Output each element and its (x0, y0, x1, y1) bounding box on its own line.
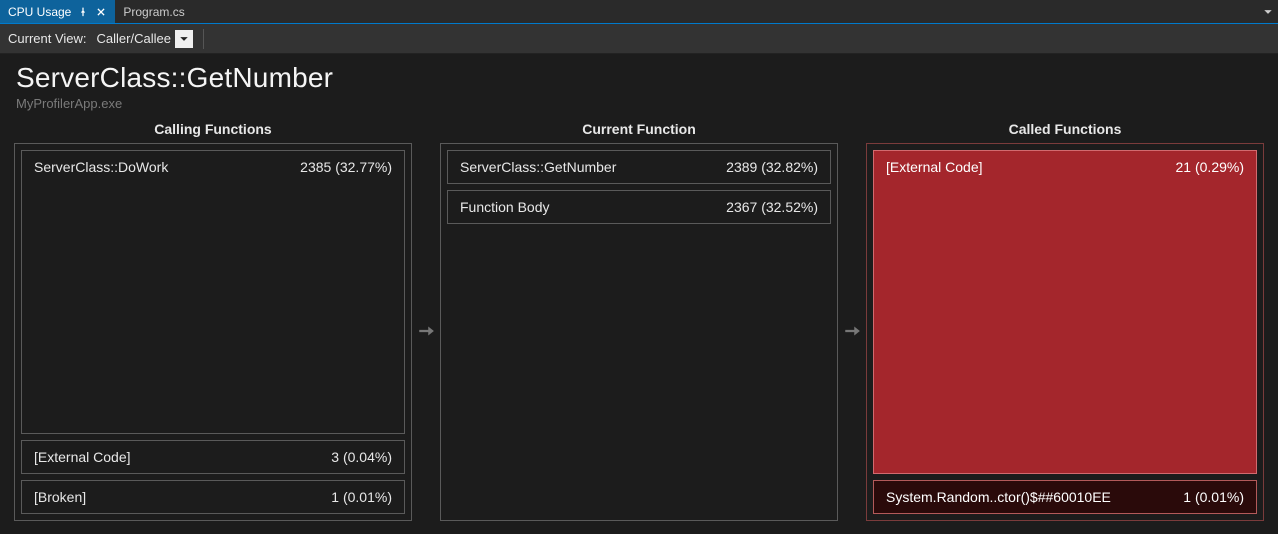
function-name: [External Code] (34, 449, 131, 465)
function-name: Function Body (460, 199, 550, 215)
called-item[interactable]: [External Code] 21 (0.29%) (873, 150, 1257, 474)
tab-cpu-usage[interactable]: CPU Usage (0, 0, 115, 23)
called-functions-column: Called Functions [External Code] 21 (0.2… (866, 121, 1264, 521)
current-view-dropdown[interactable]: Caller/Callee (93, 28, 193, 50)
module-subtitle: MyProfilerApp.exe (16, 96, 1262, 111)
tab-program-cs[interactable]: Program.cs (115, 0, 192, 23)
title-area: ServerClass::GetNumber MyProfilerApp.exe (0, 54, 1278, 113)
called-item[interactable]: System.Random..ctor()$##60010EE 1 (0.01%… (873, 480, 1257, 514)
called-panel: [External Code] 21 (0.29%) System.Random… (866, 143, 1264, 521)
function-metric: 2367 (32.52%) (726, 199, 818, 215)
current-panel: ServerClass::GetNumber 2389 (32.82%) Fun… (440, 143, 838, 521)
function-metric: 1 (0.01%) (331, 489, 392, 505)
tab-label: Program.cs (123, 5, 184, 19)
calling-item[interactable]: [Broken] 1 (0.01%) (21, 480, 405, 514)
function-metric: 21 (0.29%) (1176, 159, 1244, 175)
dropdown-value: Caller/Callee (93, 31, 175, 46)
arrow-right-icon (412, 121, 440, 521)
function-metric: 3 (0.04%) (331, 449, 392, 465)
close-icon[interactable] (95, 6, 107, 18)
function-name: [Broken] (34, 489, 86, 505)
calling-functions-column: Calling Functions ServerClass::DoWork 23… (14, 121, 412, 521)
function-name: ServerClass::DoWork (34, 159, 168, 175)
function-metric: 1 (0.01%) (1183, 489, 1244, 505)
current-view-label: Current View: (8, 31, 87, 46)
function-metric: 2385 (32.77%) (300, 159, 392, 175)
caller-callee-columns: Calling Functions ServerClass::DoWork 23… (0, 113, 1278, 533)
function-name: [External Code] (886, 159, 983, 175)
pin-icon[interactable] (77, 6, 89, 18)
function-name: ServerClass::GetNumber (460, 159, 616, 175)
function-name: System.Random..ctor()$##60010EE (886, 489, 1111, 505)
current-header: Current Function (440, 121, 838, 143)
calling-header: Calling Functions (14, 121, 412, 143)
tab-strip: CPU Usage Program.cs (0, 0, 1278, 24)
function-metric: 2389 (32.82%) (726, 159, 818, 175)
current-item[interactable]: Function Body 2367 (32.52%) (447, 190, 831, 224)
calling-item[interactable]: ServerClass::DoWork 2385 (32.77%) (21, 150, 405, 434)
current-item[interactable]: ServerClass::GetNumber 2389 (32.82%) (447, 150, 831, 184)
toolbar-separator (203, 29, 204, 49)
chevron-down-icon (175, 30, 193, 48)
tab-label: CPU Usage (8, 5, 71, 19)
calling-panel: ServerClass::DoWork 2385 (32.77%) [Exter… (14, 143, 412, 521)
toolbar: Current View: Caller/Callee (0, 24, 1278, 54)
tab-overflow-button[interactable] (1258, 0, 1278, 23)
current-function-column: Current Function ServerClass::GetNumber … (440, 121, 838, 521)
calling-item[interactable]: [External Code] 3 (0.04%) (21, 440, 405, 474)
function-title: ServerClass::GetNumber (16, 62, 1262, 94)
called-header: Called Functions (866, 121, 1264, 143)
arrow-right-icon (838, 121, 866, 521)
